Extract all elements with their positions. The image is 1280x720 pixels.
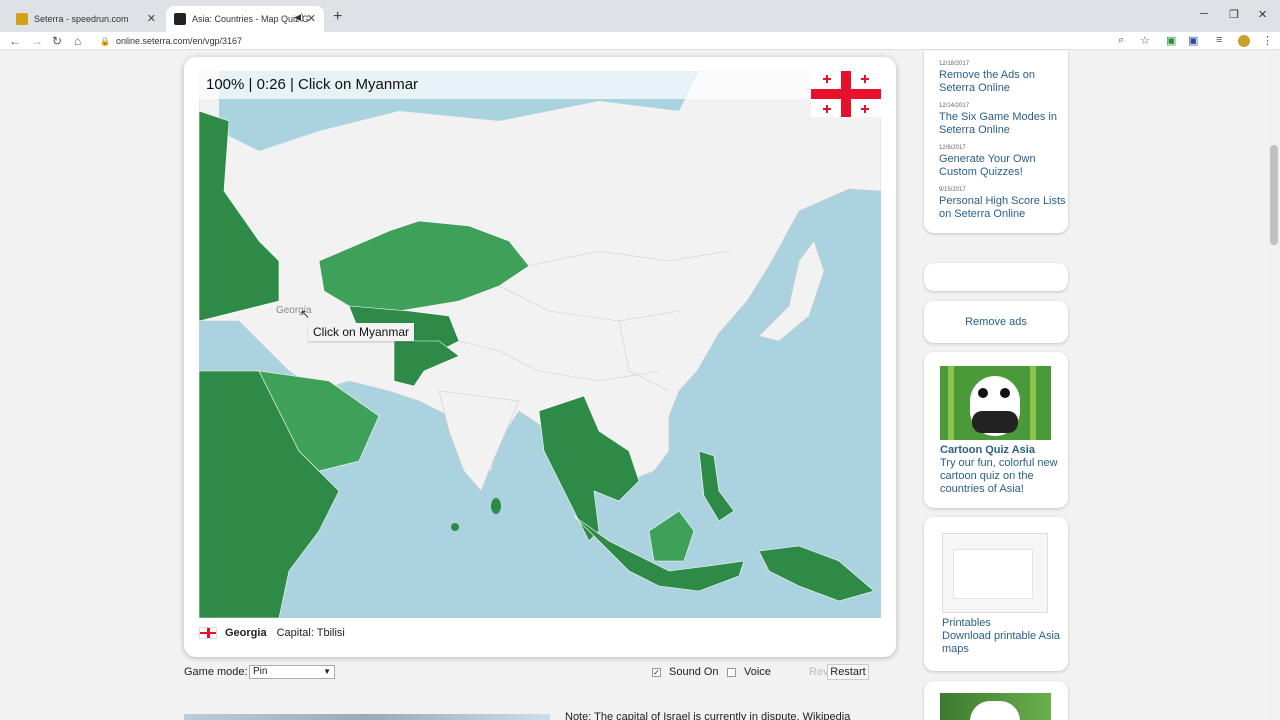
country-info: Georgia Capital: Tbilisi bbox=[199, 625, 345, 641]
close-icon[interactable]: ✕ bbox=[147, 12, 156, 25]
cartoon-quiz-title[interactable]: Cartoon Quiz Asia bbox=[940, 444, 1035, 456]
news-date: 12/14/2017 bbox=[939, 103, 970, 109]
remove-ads-link[interactable]: Remove ads bbox=[924, 301, 1068, 343]
printables-title[interactable]: Printables bbox=[942, 617, 991, 629]
maximize-icon[interactable]: ❐ bbox=[1229, 8, 1239, 21]
audio-icon[interactable]: ◀) bbox=[294, 12, 304, 23]
tab-seterra-speedrun[interactable]: Seterra - speedrun.com ✕ bbox=[8, 6, 164, 32]
info-capital: Capital: Tbilisi bbox=[276, 627, 345, 639]
printable-map-thumbnail[interactable] bbox=[942, 533, 1048, 613]
country-borneo[interactable] bbox=[648, 510, 695, 562]
extension-icon[interactable]: ▣ bbox=[1188, 34, 1198, 47]
news-item[interactable]: 12/6/2017 Generate Your Own Custom Quizz… bbox=[939, 145, 1068, 179]
country-papua[interactable] bbox=[758, 545, 875, 602]
printables-desc[interactable]: Download printable Asia maps bbox=[942, 630, 1060, 655]
news-link[interactable]: Remove the Ads on Seterra Online bbox=[939, 69, 1068, 95]
panda-image[interactable] bbox=[940, 693, 1051, 720]
question-tooltip: Click on Myanmar bbox=[308, 323, 415, 341]
game-mode-value: Pin bbox=[253, 666, 268, 677]
asia-map[interactable] bbox=[199, 71, 881, 618]
zoom-icon[interactable]: ⌕ bbox=[1118, 34, 1124, 47]
mini-flag-icon bbox=[199, 627, 217, 639]
menu-icon[interactable]: ⋮ bbox=[1262, 34, 1273, 47]
flag-georgia bbox=[811, 71, 881, 117]
country-maldives[interactable] bbox=[451, 523, 459, 531]
game-mode-label: Game mode: bbox=[184, 666, 248, 678]
voice-label: Voice bbox=[744, 666, 771, 678]
info-country-name: Georgia bbox=[225, 627, 267, 639]
tab-title: Asia: Countries - Map Quiz G bbox=[192, 14, 310, 24]
restart-button[interactable]: Restart bbox=[827, 664, 869, 680]
printables-card[interactable]: Printables Download printable Asia maps bbox=[924, 517, 1068, 671]
minimize-icon[interactable]: ─ bbox=[1200, 8, 1208, 20]
india[interactable] bbox=[438, 390, 520, 492]
game-status-bar: 100% | 0:26 | Click on Myanmar bbox=[199, 71, 881, 99]
voice-toggle[interactable]: Voice bbox=[727, 666, 771, 678]
voice-checkbox[interactable] bbox=[727, 667, 736, 677]
tab-title: Seterra - speedrun.com bbox=[34, 14, 129, 24]
home-icon[interactable]: ⌂ bbox=[74, 34, 81, 48]
cartoon-quiz-desc[interactable]: Try our fun, colorful new cartoon quiz o… bbox=[940, 457, 1058, 495]
news-link[interactable]: The Six Game Modes in Seterra Online bbox=[939, 111, 1068, 137]
url-text: online.seterra.com/en/vgp/3167 bbox=[115, 36, 243, 46]
printables-text[interactable]: Printables Download printable Asia maps bbox=[942, 617, 1068, 656]
quiz-map[interactable] bbox=[199, 71, 881, 618]
news-link[interactable]: Personal High Score Lists on Seterra Onl… bbox=[939, 195, 1068, 221]
news-date: 12/6/2017 bbox=[939, 145, 966, 151]
address-bar[interactable]: 🔒 online.seterra.com/en/vgp/3167 bbox=[100, 33, 1160, 49]
window-close-icon[interactable]: ✕ bbox=[1258, 8, 1267, 21]
news-link[interactable]: Generate Your Own Custom Quizzes! bbox=[939, 153, 1068, 179]
chevron-down-icon: ▼ bbox=[323, 667, 331, 676]
country-sri-lanka[interactable] bbox=[491, 498, 501, 514]
cartoon-quiz-text[interactable]: Cartoon Quiz Asia Try our fun, colorful … bbox=[940, 444, 1068, 496]
reload-icon[interactable]: ↻ bbox=[52, 34, 62, 48]
game-controls: Game mode: Pin ▼ ✓Sound On Voice Review … bbox=[184, 664, 896, 680]
forward-icon[interactable]: → bbox=[31, 34, 43, 48]
sound-toggle[interactable]: ✓ Sound On bbox=[652, 666, 719, 678]
capital-note: Note: The capital of Israel is currently… bbox=[565, 711, 851, 720]
news-item[interactable]: 9/15/2017 Personal High Score Lists on S… bbox=[939, 187, 1068, 221]
game-mode-select[interactable]: Pin ▼ bbox=[249, 665, 335, 679]
news-date: 12/18/2017 bbox=[939, 61, 970, 67]
news-item[interactable]: 12/18/2017 Remove the Ads on Seterra Onl… bbox=[939, 61, 1068, 95]
cursor-icon: ↖ bbox=[300, 307, 311, 321]
close-icon[interactable]: ✕ bbox=[307, 12, 316, 25]
trophy-icon bbox=[16, 13, 28, 25]
back-icon[interactable]: ← bbox=[9, 34, 21, 48]
news-date: 9/15/2017 bbox=[939, 187, 966, 193]
browser-toolbar: ← → ↻ ⌂ 🔒 online.seterra.com/en/vgp/3167 … bbox=[0, 32, 1280, 50]
reading-list-icon[interactable]: ≡ bbox=[1216, 34, 1222, 46]
blank-card bbox=[924, 263, 1068, 291]
extension-icon[interactable]: ▣ bbox=[1166, 34, 1176, 47]
news-item[interactable]: 12/14/2017 The Six Game Modes in Seterra… bbox=[939, 103, 1068, 137]
sound-label: Sound On bbox=[669, 666, 719, 678]
news-card: 12/18/2017 Remove the Ads on Seterra Onl… bbox=[924, 51, 1068, 233]
panda-card[interactable] bbox=[924, 681, 1068, 720]
new-tab-icon[interactable]: + bbox=[333, 8, 342, 26]
page-scrollbar[interactable] bbox=[1268, 51, 1280, 720]
page-content: 100% | 0:26 | Click on Myanmar Georgia ↖… bbox=[0, 51, 1268, 720]
scrollbar-thumb[interactable] bbox=[1270, 145, 1278, 245]
browser-tab-bar: Seterra - speedrun.com ✕ Asia: Countries… bbox=[0, 0, 1280, 32]
sound-checkbox[interactable]: ✓ bbox=[652, 667, 661, 677]
country-philippines[interactable] bbox=[698, 450, 735, 522]
flag-graphic bbox=[811, 71, 881, 117]
lock-icon: 🔒 bbox=[100, 37, 110, 46]
tab-asia-countries[interactable]: Asia: Countries - Map Quiz G ◀) ✕ bbox=[166, 6, 324, 32]
avatar[interactable] bbox=[1238, 35, 1250, 47]
panda-image[interactable] bbox=[940, 366, 1051, 440]
bookmark-star-icon[interactable]: ☆ bbox=[1140, 34, 1150, 47]
cartoon-quiz-card[interactable]: Cartoon Quiz Asia Try our fun, colorful … bbox=[924, 352, 1068, 508]
seterra-icon bbox=[174, 13, 186, 25]
promo-image bbox=[184, 714, 550, 720]
